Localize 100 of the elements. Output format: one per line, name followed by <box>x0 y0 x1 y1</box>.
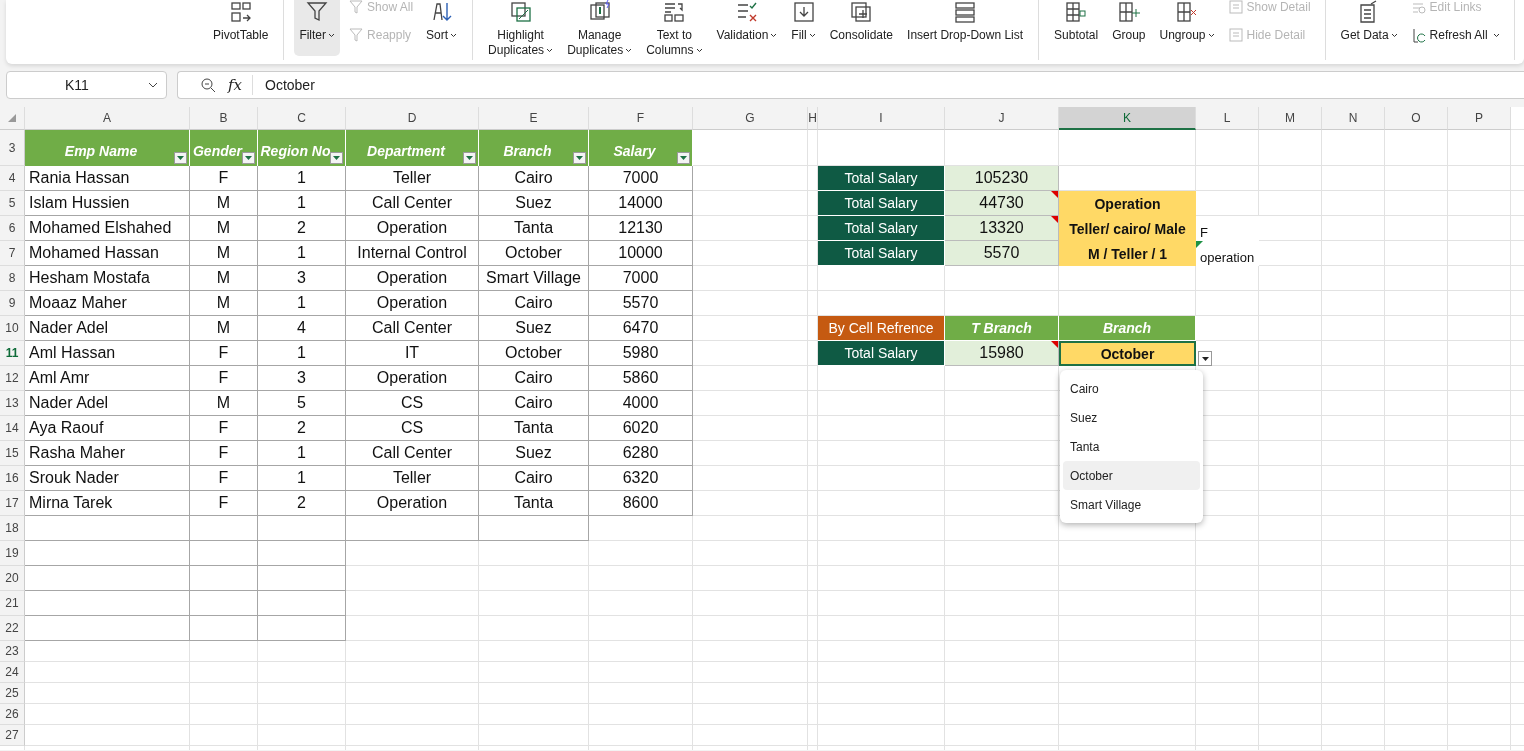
value-cell: 105230 <box>945 166 1059 191</box>
row-number[interactable]: 4 <box>0 166 25 191</box>
ribbon-button[interactable]: Fill <box>786 0 821 56</box>
table-cell: Suez <box>479 191 589 216</box>
filter-button[interactable] <box>463 152 476 164</box>
column-header[interactable]: M <box>1259 107 1322 130</box>
ribbon-button[interactable]: Group <box>1107 0 1151 56</box>
row-number[interactable]: 12 <box>0 366 25 391</box>
table-cell: M <box>190 316 258 341</box>
row-number[interactable]: 14 <box>0 416 25 441</box>
row-number[interactable]: 17 <box>0 491 25 516</box>
label-cell: Total Salary <box>818 241 945 266</box>
value-cell: 44730 <box>945 191 1059 216</box>
column-header[interactable]: K <box>1059 107 1196 130</box>
table-cell: 14000 <box>589 191 693 216</box>
ribbon-button[interactable]: Validation <box>711 0 783 56</box>
table-cell: Moaaz Maher <box>25 291 190 316</box>
filter-button[interactable] <box>677 152 690 164</box>
select-all-icon[interactable] <box>8 114 16 122</box>
row-number[interactable]: 27 <box>0 725 25 746</box>
ribbon-button[interactable]: Text to Columns <box>641 0 708 56</box>
list-icon <box>953 0 978 24</box>
table-cell: 6470 <box>589 316 693 341</box>
table-cell: F <box>190 491 258 516</box>
row-number[interactable]: 23 <box>0 641 25 662</box>
table-cell: Teller <box>346 166 479 191</box>
column-header[interactable]: B <box>190 107 258 130</box>
dropdown-option[interactable]: October <box>1063 461 1200 490</box>
table-cell: Operation <box>346 216 479 241</box>
row-number[interactable]: 19 <box>0 541 25 566</box>
highlight-icon <box>508 0 533 24</box>
row-number[interactable]: 13 <box>0 391 25 416</box>
ribbon-button[interactable]: Manage Duplicates <box>562 0 638 56</box>
column-header[interactable]: L <box>1196 107 1259 130</box>
caret-icon <box>333 156 340 160</box>
row-number[interactable]: 21 <box>0 591 25 616</box>
table-cell: 1 <box>258 466 346 491</box>
ribbon-button[interactable]: Insert Drop-Down List <box>902 0 1029 56</box>
column-header[interactable]: C <box>258 107 346 130</box>
formula-field[interactable]: fx October <box>177 71 1524 99</box>
column-header[interactable]: D <box>346 107 479 130</box>
ribbon-button[interactable]: PivotTable <box>208 0 274 56</box>
table-cell: 1 <box>258 441 346 466</box>
row-number[interactable]: 24 <box>0 662 25 683</box>
column-header[interactable]: I <box>818 107 945 130</box>
ribbon-button[interactable]: Refresh All <box>1406 25 1504 45</box>
dropdown-option[interactable]: Smart Village <box>1063 490 1200 519</box>
ribbon-button[interactable]: Consolidate <box>824 0 899 56</box>
table-cell: 4 <box>258 316 346 341</box>
dropdown-option[interactable]: Tanta <box>1063 432 1200 461</box>
column-header[interactable]: E <box>479 107 589 130</box>
funnel-icon <box>348 0 365 15</box>
dropdown-option[interactable]: Suez <box>1063 403 1200 432</box>
column-header[interactable]: J <box>945 107 1059 130</box>
column-header[interactable]: G <box>693 107 808 130</box>
column-header[interactable]: P <box>1448 107 1511 130</box>
table-cell: 7000 <box>589 166 693 191</box>
column-header[interactable]: A <box>25 107 190 130</box>
filter-button[interactable] <box>573 152 586 164</box>
table-cell: Aya Raouf <box>25 416 190 441</box>
row-number[interactable]: 10 <box>0 316 25 341</box>
filter-button[interactable] <box>242 152 255 164</box>
filter-button[interactable] <box>330 152 343 164</box>
row-number[interactable]: 16 <box>0 466 25 491</box>
row-number[interactable]: 6 <box>0 216 25 241</box>
caret-icon <box>148 82 158 88</box>
ribbon-button[interactable]: Subtotal <box>1049 0 1104 56</box>
row-number[interactable]: 18 <box>0 516 25 541</box>
row-number[interactable]: 22 <box>0 616 25 641</box>
row-number[interactable]: 15 <box>0 441 25 466</box>
row-number[interactable]: 20 <box>0 566 25 591</box>
row-number[interactable]: 5 <box>0 191 25 216</box>
name-box[interactable]: K11 <box>6 71 167 99</box>
table-cell: 6020 <box>589 416 693 441</box>
row-number[interactable]: 7 <box>0 241 25 266</box>
ribbon-button[interactable]: Get Data <box>1335 0 1403 56</box>
row-number[interactable]: 3 <box>0 130 25 166</box>
column-header[interactable]: O <box>1385 107 1448 130</box>
row-number[interactable]: 11 <box>0 341 25 366</box>
table-cell: 1 <box>258 191 346 216</box>
ribbon-button[interactable]: Filter <box>294 0 341 56</box>
row-number[interactable]: 9 <box>0 291 25 316</box>
table-cell: M <box>190 266 258 291</box>
table-cell: Call Center <box>346 191 479 216</box>
table-cell: Teller <box>346 466 479 491</box>
dropdown-button[interactable] <box>1198 351 1212 366</box>
table-cell: 5 <box>258 391 346 416</box>
filter-button[interactable] <box>174 152 187 164</box>
dropdown-option[interactable]: Cairo <box>1063 374 1200 403</box>
table-cell: Rania Hassan <box>25 166 190 191</box>
column-header[interactable]: F <box>589 107 693 130</box>
row-number[interactable]: 26 <box>0 704 25 725</box>
row-number[interactable]: 25 <box>0 683 25 704</box>
ribbon-button[interactable]: Sort <box>421 0 463 56</box>
ribbon-button[interactable]: Highlight Duplicates <box>483 0 559 56</box>
column-header[interactable]: N <box>1322 107 1385 130</box>
table-cell: Operation <box>346 266 479 291</box>
ribbon-button[interactable]: Ungroup <box>1154 0 1220 56</box>
row-number[interactable]: 8 <box>0 266 25 291</box>
caret-icon <box>177 156 184 160</box>
